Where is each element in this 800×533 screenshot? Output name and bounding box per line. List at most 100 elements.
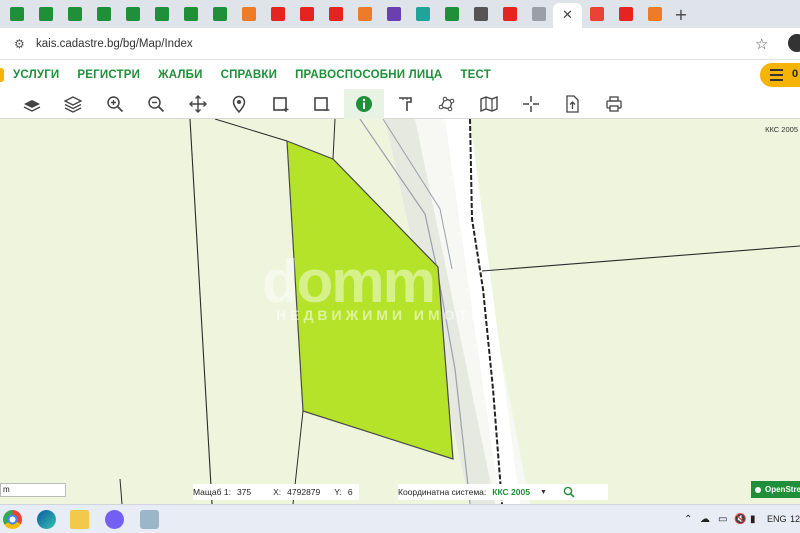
tab-favicon-icon (125, 7, 140, 21)
crs-value[interactable]: ККС 2005 (492, 487, 530, 497)
tab-favicon-icon (270, 7, 285, 21)
map-status-bar: Мащаб 1: 375 X: 4792879 Y: 6 (193, 484, 359, 500)
chevron-down-icon[interactable]: ▼ (540, 489, 547, 496)
url-field[interactable]: kais.cadastre.bg/bg/Map/Index (36, 38, 193, 50)
browser-tab[interactable] (118, 3, 147, 25)
browser-tab[interactable] (582, 3, 611, 25)
map-toolbar (0, 89, 800, 119)
x-value: 4792879 (287, 487, 321, 497)
browser-tab[interactable] (89, 3, 118, 25)
browser-tab[interactable] (350, 3, 379, 25)
parcel-boundary (214, 119, 288, 142)
nav-accent-marker (0, 68, 4, 82)
watermark-subtitle: НЕДВИЖИМИ ИМОТИ (276, 307, 486, 323)
tab-favicon-icon (154, 7, 169, 21)
openstreetmap-attribution[interactable]: OpenStre (751, 481, 800, 498)
browser-tab[interactable] (524, 3, 553, 25)
y-value: 6 (347, 487, 353, 497)
crosshair-icon[interactable] (511, 89, 551, 119)
tab-favicon-icon (589, 7, 604, 21)
browser-tab[interactable] (205, 3, 234, 25)
battery-icon[interactable]: ▮ (750, 514, 756, 525)
site-settings-icon[interactable]: ⚙ (14, 37, 28, 51)
clock[interactable]: 12 (790, 514, 800, 524)
browser-tab[interactable] (321, 3, 350, 25)
nav-item-licensed-persons[interactable]: ПРАВОСПОСОБНИ ЛИЦА (295, 69, 442, 81)
tab-favicon-icon (531, 7, 546, 21)
tab-favicon-icon (444, 7, 459, 21)
browser-tab[interactable] (31, 3, 60, 25)
browser-tab[interactable] (147, 3, 176, 25)
browser-tab[interactable] (263, 3, 292, 25)
profile-avatar[interactable] (788, 34, 800, 52)
bookmark-star-icon[interactable]: ☆ (755, 35, 768, 53)
app-taskbar-icon[interactable] (140, 510, 159, 529)
nav-item-services[interactable]: УСЛУГИ (13, 69, 59, 81)
viber-taskbar-icon[interactable] (105, 510, 124, 529)
nav-item-registers[interactable]: РЕГИСТРИ (77, 69, 140, 81)
edge-taskbar-icon[interactable] (37, 510, 56, 529)
layers-icon[interactable] (53, 89, 93, 119)
pan-icon[interactable] (178, 89, 218, 119)
map-canvas[interactable]: ККС 2005 domm НЕДВИЖИМИ ИМОТИ m Мащаб 1:… (0, 119, 800, 504)
parcel-boundary (189, 119, 213, 504)
close-tab-icon[interactable]: ✕ (562, 8, 573, 23)
browser-tab[interactable] (2, 3, 31, 25)
tab-favicon-icon (328, 7, 343, 21)
select-rect-icon[interactable] (261, 89, 301, 119)
polygon-icon[interactable] (427, 89, 467, 119)
language-indicator[interactable]: ENG (767, 514, 787, 524)
export-icon[interactable] (552, 89, 592, 119)
y-label: Y: (334, 487, 342, 497)
nav-item-references[interactable]: СПРАВКИ (221, 69, 278, 81)
tab-favicon-icon (618, 7, 633, 21)
nav-item-test[interactable]: ТЕСТ (460, 69, 491, 81)
scale-input[interactable]: m (0, 483, 66, 497)
tab-favicon-icon (96, 7, 111, 21)
browser-tab[interactable] (495, 3, 524, 25)
print-icon[interactable] (594, 89, 634, 119)
chevron-up-icon[interactable]: ⌃ (684, 514, 692, 525)
browser-tab[interactable] (611, 3, 640, 25)
volume-mute-icon[interactable]: 🔇 (734, 514, 746, 525)
network-icon[interactable]: ▭ (718, 514, 727, 525)
parcel-boundary (481, 245, 800, 272)
coordinate-system-selector[interactable]: Координатна система: ККС 2005 ▼ (398, 484, 608, 500)
info-icon[interactable] (344, 89, 384, 119)
watermark-logo: domm (262, 248, 436, 315)
tab-favicon-icon (299, 7, 314, 21)
browser-tab[interactable] (466, 3, 495, 25)
locate-pin-icon[interactable] (219, 89, 259, 119)
base-layer-icon[interactable] (12, 89, 52, 119)
chrome-taskbar-icon[interactable] (3, 510, 22, 529)
osm-dot-icon (755, 486, 761, 493)
file-explorer-taskbar-icon[interactable] (70, 510, 89, 529)
browser-tab[interactable] (292, 3, 321, 25)
measure-icon[interactable] (386, 89, 426, 119)
hamburger-icon (770, 69, 783, 81)
map-icon[interactable] (469, 89, 509, 119)
crs-corner-label: ККС 2005 (765, 125, 798, 134)
search-icon[interactable] (563, 486, 575, 498)
tab-favicon-icon (183, 7, 198, 21)
browser-tab[interactable] (379, 3, 408, 25)
browser-tab-strip: ✕ + (0, 0, 800, 28)
browser-tab[interactable] (437, 3, 466, 25)
onedrive-icon[interactable]: ☁ (700, 514, 710, 525)
select-rect-minus-icon[interactable] (302, 89, 342, 119)
browser-tab[interactable] (60, 3, 89, 25)
browser-tab[interactable] (234, 3, 263, 25)
tab-favicon-icon (386, 7, 401, 21)
browser-tab[interactable] (176, 3, 205, 25)
zoom-out-icon[interactable] (136, 89, 176, 119)
menu-label: 0 (792, 68, 799, 80)
tab-favicon-icon (38, 7, 53, 21)
browser-tab[interactable] (640, 3, 669, 25)
nav-item-complaints[interactable]: ЖАЛБИ (158, 69, 202, 81)
browser-tab[interactable] (408, 3, 437, 25)
tab-active[interactable]: ✕ (553, 3, 582, 28)
new-tab-button[interactable]: + (669, 5, 693, 24)
menu-button[interactable]: 0 (760, 63, 800, 87)
scale-value: 375 (236, 487, 252, 497)
zoom-in-icon[interactable] (95, 89, 135, 119)
